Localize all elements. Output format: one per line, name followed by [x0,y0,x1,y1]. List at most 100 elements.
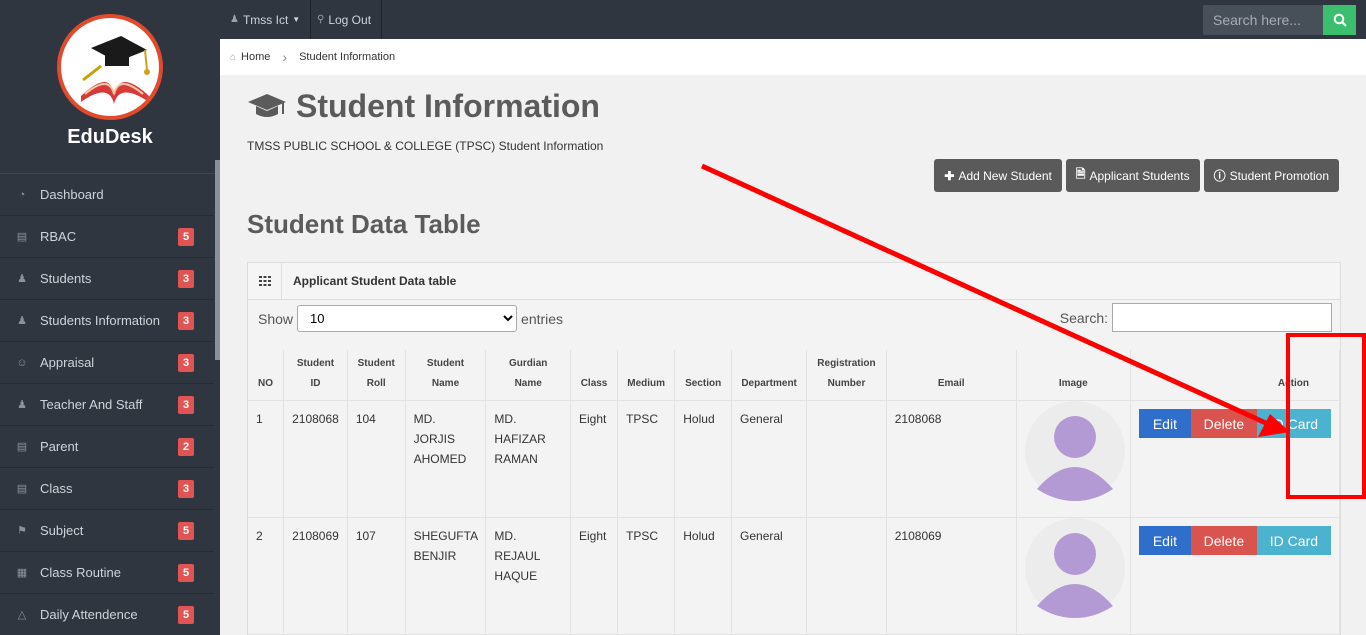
col-email[interactable]: Email [886,350,1017,401]
sidebar-item-rbac[interactable]: ▤ RBAC 5 [0,216,214,258]
edit-button[interactable]: Edit [1138,526,1191,555]
section-title: Student Data Table [247,209,481,239]
col-no[interactable]: NO [248,350,285,401]
sidebar-item-badge: 3 [178,480,194,498]
sidebar-item-parent[interactable]: ▤ Parent 2 [0,426,214,468]
sidebar-item-students[interactable]: ♟ Students 3 [0,258,214,300]
sidebar-item-teacher-and-staff[interactable]: ♟ Teacher And Staff 3 [0,384,214,426]
col-image[interactable]: Image [1016,350,1131,401]
cell-student-name: MD. JORJIS AHOMED [405,400,487,518]
users-icon: ♟ [17,273,27,285]
sidebar: EduDesk ◔ Dashboard ▤ RBAC 5 ♟ Students 3 ♟ Stude… [0,0,220,635]
col-gurdian-name[interactable]: Gurdian Name [485,350,571,401]
table-header-row: NO Student ID Student Roll Student Name … [248,350,1340,401]
row-actions: Edit Delete ID Card [1138,526,1331,555]
cell-student-name: SHEGUFTA BENJIR [405,517,487,635]
avatar [1024,518,1130,624]
sidebar-nav: ◔ Dashboard ▤ RBAC 5 ♟ Students 3 ♟ Students Info… [0,174,220,635]
sidebar-item-dashboard[interactable]: ◔ Dashboard [0,174,214,216]
student-table: NO Student ID Student Roll Student Name … [248,350,1340,635]
id-card-button[interactable]: ID Card [1256,526,1331,555]
avatar-icon [1024,401,1125,501]
cell-action: Edit Delete ID Card [1130,400,1340,518]
cell-department: General [731,517,808,635]
cell-registration [806,400,887,518]
card-icon: ▤ [16,231,28,243]
table-search-input[interactable] [1112,303,1332,332]
sidebar-item-appraisal[interactable]: ☺ Appraisal 3 [0,342,214,384]
page-title-text: Student Information [296,88,600,124]
entries-control: Show 10 entries [258,305,563,332]
cell-student-roll: 107 [347,517,406,635]
student-promotion-button[interactable]: ⓘ Student Promotion [1203,159,1339,192]
cell-no: 2 [248,517,285,635]
user-icon: ♟ [230,14,239,25]
user-menu-button[interactable]: ♟ Tmss Ict ▼ [220,0,312,39]
cell-no: 1 [248,400,285,518]
sidebar-item-class-routine[interactable]: ▦ Class Routine 5 [0,552,214,594]
file-icon: 🗎 [1075,167,1086,181]
delete-button[interactable]: Delete [1190,409,1257,438]
sidebar-item-subject[interactable]: ⚑ Subject 5 [0,510,214,552]
top-search-button[interactable] [1323,5,1356,35]
cell-section: Holud [674,517,733,635]
cell-image [1016,400,1131,518]
applicant-students-label: Applicant Students [1089,168,1190,183]
logout-button[interactable]: ⚲ Log Out [307,0,383,39]
student-promotion-label: Student Promotion [1229,168,1329,183]
grid-icon [248,263,282,300]
sidebar-item-badge: 5 [178,228,194,246]
sidebar-item-daily-attendence[interactable]: △ Daily Attendence 5 [0,594,214,635]
cell-gurdian-name: MD. REJAUL HAQUE [485,517,571,635]
entries-select[interactable]: 10 [297,305,518,332]
entries-label: entries [521,310,564,327]
top-search [1203,5,1356,35]
applicant-students-button[interactable]: 🗎 Applicant Students [1065,159,1200,192]
table-search: Search: [1060,303,1332,332]
sidebar-item-badge: 3 [178,396,194,414]
cell-medium: TPSC [617,400,676,518]
table-row: 2 2108069 107 SHEGUFTA BENJIR MD. REJAUL HAQ… [248,517,1340,635]
cell-email: 2108069 [886,517,1017,635]
sidebar-item-badge: 3 [178,312,194,330]
page-title: Student Information [246,88,600,125]
calendar-icon: ▦ [16,567,28,579]
panel-heading: Applicant Student Data table [293,274,457,288]
cell-class: Eight [570,400,619,518]
edit-button[interactable]: Edit [1138,409,1191,438]
col-student-name[interactable]: Student Name [405,350,487,401]
col-department[interactable]: Department [731,350,808,401]
col-section[interactable]: Section [674,350,733,401]
info-icon: ⓘ [1213,169,1226,183]
col-class[interactable]: Class [570,350,619,401]
users-icon: ♟ [17,315,27,327]
breadcrumb-home[interactable]: Home [241,51,270,63]
logo-icon[interactable] [57,14,163,120]
add-new-student-button[interactable]: ✚ Add New Student [934,159,1062,192]
sidebar-item-class[interactable]: ▤ Class 3 [0,468,214,510]
sidebar-item-students-information[interactable]: ♟ Students Information 3 [0,300,214,342]
table-row: 1 2108068 104 MD. JORJIS AHOMED MD. HAFIZAR … [248,400,1340,518]
col-action[interactable]: Action [1130,350,1340,401]
dashboard-icon: ◔ [18,188,26,201]
id-card-button[interactable]: ID Card [1256,409,1331,438]
col-registration[interactable]: Registration Number [806,350,887,401]
chevron-right-icon: › [282,49,288,65]
breadcrumb-current: Student Information [299,51,396,63]
col-student-roll[interactable]: Student Roll [347,350,406,401]
logout-label: Log Out [328,12,372,27]
page-actions: ✚ Add New Student 🗎 Applicant Students ⓘ… [934,159,1339,192]
col-medium[interactable]: Medium [617,350,676,401]
logo-area: EduDesk [0,14,220,174]
top-search-input[interactable] [1203,5,1323,35]
key-icon: ⚲ [317,14,325,25]
cell-student-id: 2108068 [283,400,348,518]
avatar-icon [1024,518,1125,618]
sidebar-item-badge: 3 [178,270,194,288]
sidebar-scrollbar[interactable] [215,160,220,360]
delete-button[interactable]: Delete [1190,526,1257,555]
brand-name: EduDesk [67,126,153,148]
add-new-student-label: Add New Student [958,168,1052,183]
sidebar-item-badge: 5 [178,522,194,540]
col-student-id[interactable]: Student ID [283,350,348,401]
